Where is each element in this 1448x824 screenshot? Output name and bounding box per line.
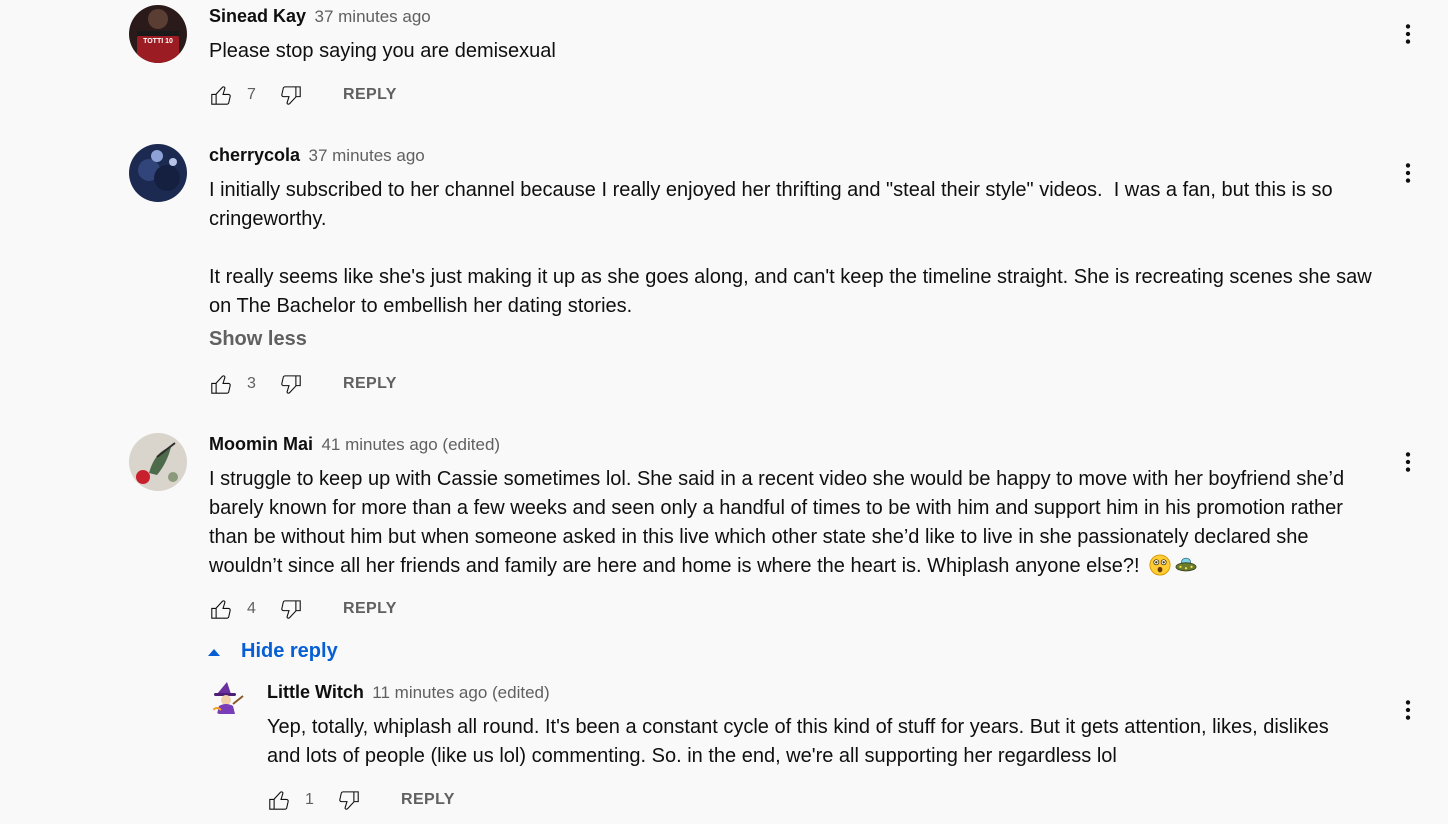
more-vert-icon — [1395, 21, 1421, 47]
comment-author[interactable]: cherrycola — [209, 145, 300, 165]
caret-up-icon — [208, 648, 220, 656]
comment-header: Moomin Mai 41 minutes ago (edited) — [209, 434, 500, 455]
thumb-up-icon — [208, 82, 234, 108]
avatar-image — [129, 144, 187, 202]
thumb-down-icon — [278, 596, 304, 622]
show-less-button[interactable]: Show less — [209, 328, 307, 351]
comment-actions: 4 REPLY — [207, 595, 397, 623]
like-count: 1 — [305, 791, 314, 808]
like-count: 3 — [247, 375, 256, 392]
hide-reply-label: Hide reply — [241, 640, 338, 662]
avatar[interactable] — [129, 144, 187, 202]
reply-button[interactable]: REPLY — [401, 791, 455, 809]
dislike-button[interactable] — [277, 370, 305, 398]
dislike-button[interactable] — [335, 786, 363, 814]
more-vert-icon — [1395, 160, 1421, 186]
comment-header: Sinead Kay 37 minutes ago — [209, 6, 431, 27]
comment-actions: 7 REPLY — [207, 81, 397, 109]
comment-actions: 3 REPLY — [207, 370, 397, 398]
comment-author[interactable]: Sinead Kay — [209, 6, 306, 26]
comment-menu-button[interactable] — [1394, 448, 1422, 476]
comment-author[interactable]: Little Witch — [267, 682, 364, 702]
dislike-button[interactable] — [277, 81, 305, 109]
comment-timestamp[interactable]: 37 minutes ago — [315, 7, 431, 26]
like-button[interactable] — [207, 81, 235, 109]
comment-text: Yep, totally, whiplash all round. It's b… — [267, 716, 1335, 767]
comment-menu-button[interactable] — [1394, 20, 1422, 48]
like-button[interactable] — [207, 595, 235, 623]
thumb-down-icon — [278, 371, 304, 397]
thumb-down-icon — [336, 787, 362, 813]
comment-timestamp[interactable]: 41 minutes ago (edited) — [321, 435, 500, 454]
comment-author[interactable]: Moomin Mai — [209, 434, 313, 454]
comment-menu-button[interactable] — [1394, 696, 1422, 724]
comment-text: I initially subscribed to her channel be… — [209, 179, 1372, 317]
comment-text: Please stop saying you are demisexual — [209, 40, 556, 62]
avatar[interactable] — [129, 433, 187, 491]
like-count: 7 — [247, 86, 256, 103]
comment-actions: 1 REPLY — [265, 786, 455, 814]
thumb-down-icon — [278, 82, 304, 108]
dislike-button[interactable] — [277, 595, 305, 623]
thumb-up-icon — [266, 787, 292, 813]
comment-timestamp[interactable]: 37 minutes ago — [309, 146, 425, 165]
more-vert-icon — [1395, 697, 1421, 723]
witch-avatar-image — [209, 680, 245, 716]
comment-header: Little Witch 11 minutes ago (edited) — [267, 682, 550, 703]
comment-timestamp[interactable]: 11 minutes ago (edited) — [372, 683, 549, 702]
like-button[interactable] — [265, 786, 293, 814]
comment-menu-button[interactable] — [1394, 159, 1422, 187]
more-vert-icon — [1395, 449, 1421, 475]
thumb-up-icon — [208, 371, 234, 397]
reply-button[interactable]: REPLY — [343, 86, 397, 104]
reply-button[interactable]: REPLY — [343, 600, 397, 618]
ufo-icon — [1175, 557, 1197, 572]
comment-text-container: I struggle to keep up with Cassie someti… — [209, 465, 1384, 581]
thumb-up-icon — [208, 596, 234, 622]
astonished-face-icon — [1149, 554, 1171, 576]
hide-reply-button[interactable]: Hide reply — [205, 640, 338, 663]
like-count: 4 — [247, 600, 256, 617]
avatar-image — [129, 433, 187, 491]
avatar-jersey-text: TOTTI 10 — [143, 38, 173, 45]
comment-header: cherrycola 37 minutes ago — [209, 145, 425, 166]
avatar[interactable]: TOTTI 10 — [129, 5, 187, 63]
like-button[interactable] — [207, 370, 235, 398]
reply-button[interactable]: REPLY — [343, 375, 397, 393]
avatar[interactable] — [209, 680, 245, 716]
avatar-image: TOTTI 10 — [129, 5, 187, 63]
